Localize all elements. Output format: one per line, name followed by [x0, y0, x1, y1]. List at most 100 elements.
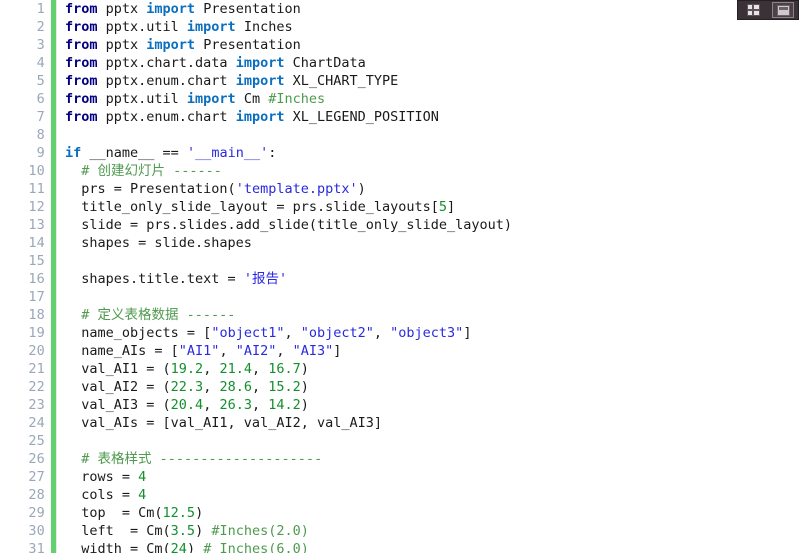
code-line-2[interactable]: from pptx.util import Inches [57, 18, 800, 36]
code-token-name: val_AIs = [val_AI1, val_AI2, val_AI3] [65, 415, 382, 431]
code-token-name: Presentation [203, 37, 301, 53]
gutter-line-12[interactable]: 12 [0, 198, 57, 216]
code-token-kw: from [65, 73, 106, 89]
gutter-line-24[interactable]: 24 [0, 414, 57, 432]
code-token-name: ] [463, 325, 472, 341]
code-token-kw: from [65, 37, 106, 53]
gutter-line-13[interactable]: 13 [0, 216, 57, 234]
code-token-imp: import [186, 91, 244, 107]
code-line-3[interactable]: from pptx import Presentation [57, 36, 800, 54]
gutter-line-8[interactable]: 8 [0, 126, 57, 144]
line-number: 12 [28, 199, 45, 215]
gutter-line-18[interactable]: 18 [0, 306, 57, 324]
code-line-16[interactable]: shapes.title.text = '报告' [57, 270, 800, 288]
code-line-24[interactable]: val_AIs = [val_AI1, val_AI2, val_AI3] [57, 414, 800, 432]
gutter-line-3[interactable]: 3 [0, 36, 57, 54]
line-number-list: 1 2 3 4 5 6 7 8 9 10 11 12 13 14 15 16 17 18 19 20 21 22 23 24 2… [0, 0, 57, 553]
code-line-23[interactable]: val_AI3 = (20.4, 26.3, 14.2) [57, 396, 800, 414]
code-line-18[interactable]: # 定义表格数据 ------ [57, 306, 800, 324]
code-token-name: shapes.title.text = [65, 271, 244, 287]
code-line-9[interactable]: if __name__ == '__main__': [57, 144, 800, 162]
code-line-17[interactable] [57, 288, 800, 306]
code-line-22[interactable]: val_AI2 = (22.3, 28.6, 15.2) [57, 378, 800, 396]
gutter-line-4[interactable]: 4 [0, 54, 57, 72]
code-line-29[interactable]: top = Cm(12.5) [57, 504, 800, 522]
code-token-imp: import [235, 73, 293, 89]
line-number-gutter[interactable]: 1 2 3 4 5 6 7 8 9 10 11 12 13 14 15 16 17 18 19 20 21 22 23 24 2… [0, 0, 57, 553]
gutter-line-10[interactable]: 10 [0, 162, 57, 180]
code-line-26[interactable]: # 表格样式 -------------------- [57, 450, 800, 468]
code-line-14[interactable]: shapes = slide.shapes [57, 234, 800, 252]
code-line-11[interactable]: prs = Presentation('template.pptx') [57, 180, 800, 198]
gutter-line-23[interactable]: 23 [0, 396, 57, 414]
restore-window-icon[interactable] [772, 2, 794, 18]
code-line-12[interactable]: title_only_slide_layout = prs.slide_layo… [57, 198, 800, 216]
code-line-10[interactable]: # 创建幻灯片 ------ [57, 162, 800, 180]
code-token-name: Inches [243, 19, 293, 35]
code-token-str: "AI2" [235, 343, 277, 359]
gutter-line-22[interactable]: 22 [0, 378, 57, 396]
code-editor[interactable]: 1 2 3 4 5 6 7 8 9 10 11 12 13 14 15 16 17 18 19 20 21 22 23 24 2… [0, 0, 800, 553]
code-line-31[interactable]: width = Cm(24) # Inches(6.0) [57, 540, 800, 553]
gutter-line-5[interactable]: 5 [0, 72, 57, 90]
code-line-5[interactable]: from pptx.enum.chart import XL_CHART_TYP… [57, 72, 800, 90]
gutter-line-21[interactable]: 21 [0, 360, 57, 378]
code-line-8[interactable] [57, 126, 800, 144]
gutter-line-31[interactable]: 31 [0, 540, 57, 553]
code-line-1[interactable]: from pptx import Presentation [57, 0, 800, 18]
gutter-line-6[interactable]: 6 [0, 90, 57, 108]
code-token-name: , [284, 325, 301, 341]
code-line-13[interactable]: slide = prs.slides.add_slide(title_only_… [57, 216, 800, 234]
gutter-line-14[interactable]: 14 [0, 234, 57, 252]
gutter-line-16[interactable]: 16 [0, 270, 57, 288]
code-line-21[interactable]: val_AI1 = (19.2, 21.4, 16.7) [57, 360, 800, 378]
gutter-line-19[interactable]: 19 [0, 324, 57, 342]
code-token-name: , [203, 379, 220, 395]
code-token-imp: import [235, 109, 293, 125]
gutter-line-1[interactable]: 1 [0, 0, 57, 18]
grid-four-panes-icon[interactable] [742, 2, 764, 18]
gutter-line-29[interactable]: 29 [0, 504, 57, 522]
line-number: 29 [28, 505, 45, 521]
gutter-line-27[interactable]: 27 [0, 468, 57, 486]
code-token-imp: import [186, 19, 244, 35]
code-token-name: pptx.util [105, 91, 187, 107]
gutter-line-7[interactable]: 7 [0, 108, 57, 126]
gutter-line-25[interactable]: 25 [0, 432, 57, 450]
code-token-name: rows = [65, 469, 139, 485]
gutter-line-11[interactable]: 11 [0, 180, 57, 198]
gutter-line-20[interactable]: 20 [0, 342, 57, 360]
code-line-4[interactable]: from pptx.chart.data import ChartData [57, 54, 800, 72]
gutter-line-26[interactable]: 26 [0, 450, 57, 468]
code-token-num: 20.4 [170, 397, 204, 413]
line-number: 7 [36, 109, 45, 125]
code-line-7[interactable]: from pptx.enum.chart import XL_LEGEND_PO… [57, 108, 800, 126]
code-line-27[interactable]: rows = 4 [57, 468, 800, 486]
code-line-30[interactable]: left = Cm(3.5) #Inches(2.0) [57, 522, 800, 540]
code-token-name: pptx [105, 1, 147, 17]
code-line-15[interactable] [57, 252, 800, 270]
code-content-area[interactable]: from pptx import Presentation from pptx.u… [57, 0, 800, 553]
gutter-line-28[interactable]: 28 [0, 486, 57, 504]
code-token-imp: import [235, 55, 293, 71]
code-line-25[interactable] [57, 432, 800, 450]
code-line-28[interactable]: cols = 4 [57, 486, 800, 504]
code-token-name: pptx.enum.chart [105, 73, 236, 89]
gutter-line-15[interactable]: 15 [0, 252, 57, 270]
code-token-name: left = Cm( [65, 523, 171, 539]
view-mode-widget[interactable] [737, 0, 799, 20]
line-number: 18 [28, 307, 45, 323]
code-line-6[interactable]: from pptx.util import Cm #Inches [57, 90, 800, 108]
code-token-name: XL_LEGEND_POSITION [292, 109, 439, 125]
code-line-20[interactable]: name_AIs = ["AI1", "AI2", "AI3"] [57, 342, 800, 360]
gutter-line-30[interactable]: 30 [0, 522, 57, 540]
code-token-name: name_objects = [ [65, 325, 212, 341]
code-token-num: 4 [138, 469, 147, 485]
gutter-line-2[interactable]: 2 [0, 18, 57, 36]
gutter-line-17[interactable]: 17 [0, 288, 57, 306]
code-token-name: pptx.enum.chart [105, 109, 236, 125]
gutter-line-9[interactable]: 9 [0, 144, 57, 162]
line-number: 3 [36, 37, 45, 53]
code-token-imp: import [146, 37, 204, 53]
code-line-19[interactable]: name_objects = ["object1", "object2", "o… [57, 324, 800, 342]
